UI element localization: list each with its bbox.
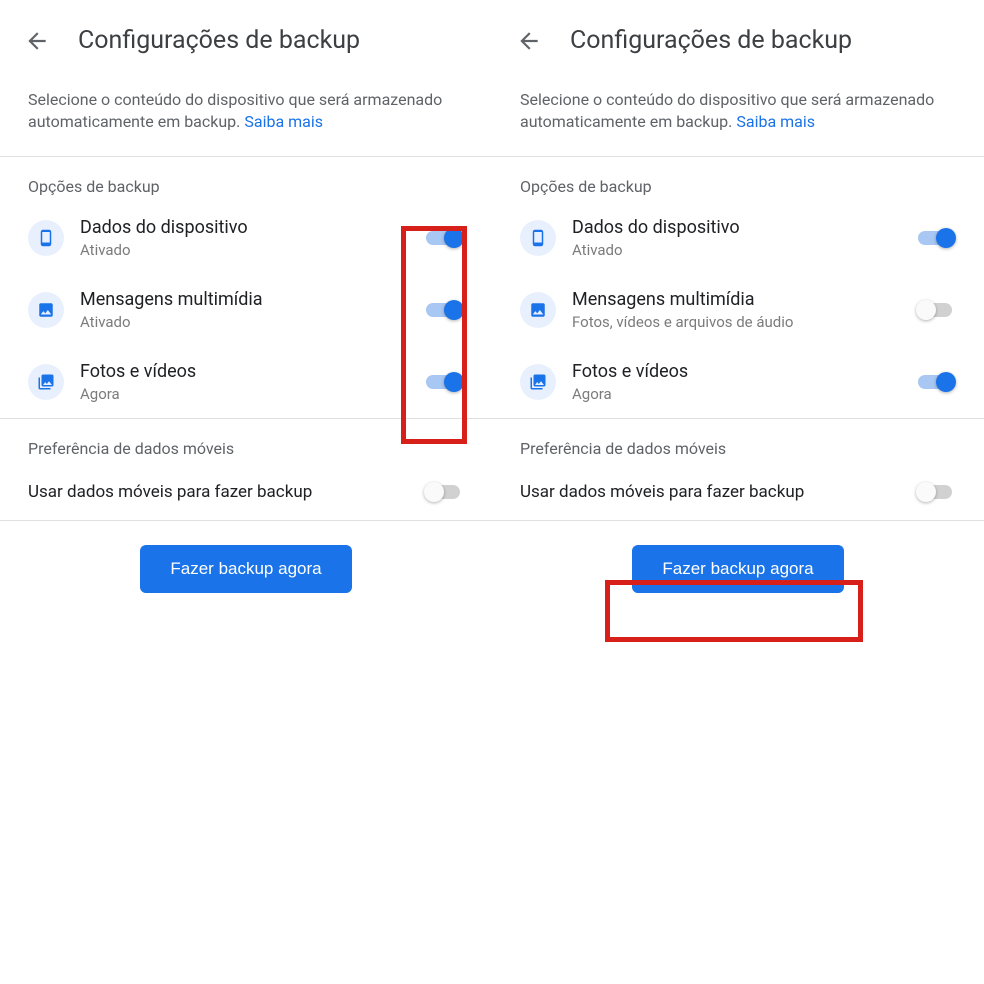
phone-icon [520,220,556,256]
mobile-data-label: Usar dados móveis para fazer backup [28,482,424,502]
option-sub: Ativado [80,241,424,259]
backup-now-button[interactable]: Fazer backup agora [140,545,351,593]
option-text: Mensagens multimídia Fotos, vídeos e arq… [572,288,916,331]
image-icon [28,292,64,328]
option-sub: Agora [572,385,916,403]
option-title: Fotos e vídeos [80,360,424,383]
backup-now-button[interactable]: Fazer backup agora [632,545,843,593]
option-mobile-data[interactable]: Usar dados móveis para fazer backup [492,464,984,520]
option-sub: Agora [80,385,424,403]
learn-more-link[interactable]: Saiba mais [736,112,815,131]
toggle-multimedia[interactable] [916,298,956,322]
option-title: Dados do dispositivo [80,216,424,239]
intro-text: Selecione o conteúdo do dispositivo que … [0,75,492,156]
option-text: Mensagens multimídia Ativado [80,288,424,331]
option-multimedia[interactable]: Mensagens multimídia Ativado [0,274,492,346]
mobile-pref-label: Preferência de dados móveis [0,419,492,464]
screen-right: Configurações de backup Selecione o cont… [492,0,984,984]
mobile-pref-label: Preferência de dados móveis [492,419,984,464]
toggle-photos-videos[interactable] [424,370,464,394]
option-sub: Ativado [80,313,424,331]
toggle-mobile-data[interactable] [916,480,956,504]
intro-body: Selecione o conteúdo do dispositivo que … [28,90,442,131]
intro-text: Selecione o conteúdo do dispositivo que … [492,75,984,156]
header: Configurações de backup [492,0,984,75]
option-text: Dados do dispositivo Ativado [80,216,424,259]
screen-left: Configurações de backup Selecione o cont… [0,0,492,984]
header: Configurações de backup [0,0,492,75]
image-icon [520,292,556,328]
toggle-mobile-data[interactable] [424,480,464,504]
toggle-device-data[interactable] [916,226,956,250]
option-device-data[interactable]: Dados do dispositivo Ativado [0,202,492,274]
backup-options-label: Opções de backup [492,157,984,202]
toggle-device-data[interactable] [424,226,464,250]
page-title: Configurações de backup [570,26,852,55]
option-multimedia[interactable]: Mensagens multimídia Fotos, vídeos e arq… [492,274,984,346]
gallery-icon [520,364,556,400]
back-arrow-icon[interactable] [516,28,542,54]
intro-body: Selecione o conteúdo do dispositivo que … [520,90,934,131]
toggle-photos-videos[interactable] [916,370,956,394]
option-mobile-data[interactable]: Usar dados móveis para fazer backup [0,464,492,520]
learn-more-link[interactable]: Saiba mais [244,112,323,131]
backup-options-label: Opções de backup [0,157,492,202]
mobile-data-label: Usar dados móveis para fazer backup [520,482,916,502]
option-sub: Fotos, vídeos e arquivos de áudio [572,313,916,331]
phone-icon [28,220,64,256]
option-sub: Ativado [572,241,916,259]
option-photos-videos[interactable]: Fotos e vídeos Agora [0,346,492,418]
option-title: Dados do dispositivo [572,216,916,239]
option-title: Mensagens multimídia [80,288,424,311]
button-wrap: Fazer backup agora [0,521,492,593]
back-arrow-icon[interactable] [24,28,50,54]
option-device-data[interactable]: Dados do dispositivo Ativado [492,202,984,274]
option-text: Fotos e vídeos Agora [572,360,916,403]
toggle-multimedia[interactable] [424,298,464,322]
option-photos-videos[interactable]: Fotos e vídeos Agora [492,346,984,418]
option-text: Fotos e vídeos Agora [80,360,424,403]
button-wrap: Fazer backup agora [492,521,984,593]
gallery-icon [28,364,64,400]
page-title: Configurações de backup [78,26,360,55]
option-text: Dados do dispositivo Ativado [572,216,916,259]
option-title: Mensagens multimídia [572,288,916,311]
option-title: Fotos e vídeos [572,360,916,383]
